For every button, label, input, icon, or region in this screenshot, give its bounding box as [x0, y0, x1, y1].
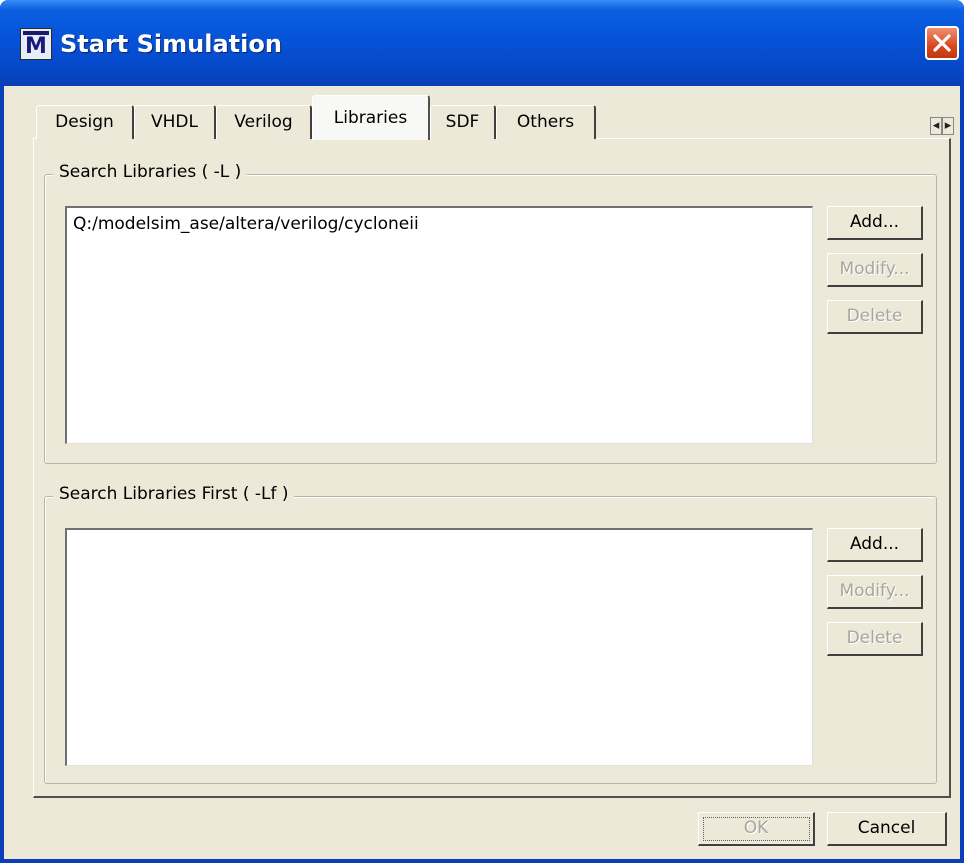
- tab-sdf[interactable]: SDF: [430, 105, 496, 139]
- search-libraries-first-group: Search Libraries First ( -Lf ) Add... Mo…: [44, 484, 937, 784]
- ok-button[interactable]: OK: [698, 812, 815, 846]
- cancel-button[interactable]: Cancel: [827, 812, 947, 846]
- search-libraries-first-add-button[interactable]: Add...: [827, 528, 923, 562]
- search-libraries-legend: Search Libraries ( -L ): [53, 162, 248, 182]
- tab-libraries[interactable]: Libraries: [312, 95, 430, 140]
- search-libraries-add-button[interactable]: Add...: [827, 206, 923, 240]
- tab-design[interactable]: Design: [36, 105, 134, 139]
- tab-scroll-arrows: ◂ ▸: [930, 117, 956, 139]
- close-button[interactable]: [925, 26, 959, 60]
- search-libraries-first-list[interactable]: [65, 528, 813, 766]
- tab-label: VHDL: [151, 112, 198, 132]
- title-bar[interactable]: M Start Simulation: [0, 0, 964, 86]
- search-libraries-first-modify-button[interactable]: Modify...: [827, 575, 923, 609]
- modelsim-app-icon: M: [20, 28, 52, 60]
- search-libraries-first-delete-button[interactable]: Delete: [827, 622, 923, 656]
- search-libraries-list[interactable]: Q:/modelsim_ase/altera/verilog/cycloneii: [65, 206, 813, 444]
- list-item[interactable]: Q:/modelsim_ase/altera/verilog/cycloneii: [73, 214, 419, 234]
- tab-verilog[interactable]: Verilog: [216, 105, 312, 139]
- app-icon-letter: M: [25, 34, 47, 59]
- search-libraries-group: Search Libraries ( -L ) Q:/modelsim_ase/…: [44, 162, 937, 464]
- search-libraries-first-legend: Search Libraries First ( -Lf ): [53, 484, 295, 504]
- window-title: Start Simulation: [60, 30, 282, 58]
- tab-scroll-left-icon[interactable]: ◂: [930, 117, 942, 135]
- tab-label: Libraries: [333, 108, 408, 128]
- close-icon: [933, 34, 951, 52]
- tab-label: Others: [516, 112, 575, 132]
- tab-label: Design: [55, 112, 114, 132]
- search-libraries-delete-button[interactable]: Delete: [827, 300, 923, 334]
- tab-others[interactable]: Others: [496, 105, 596, 139]
- tab-vhdl[interactable]: VHDL: [134, 105, 216, 139]
- tab-label: Verilog: [234, 112, 293, 132]
- tab-panel-libraries: Search Libraries ( -L ) Q:/modelsim_ase/…: [33, 138, 951, 798]
- tab-label: SDF: [445, 112, 480, 132]
- search-libraries-modify-button[interactable]: Modify...: [827, 253, 923, 287]
- tab-scroll-right-icon[interactable]: ▸: [942, 117, 954, 135]
